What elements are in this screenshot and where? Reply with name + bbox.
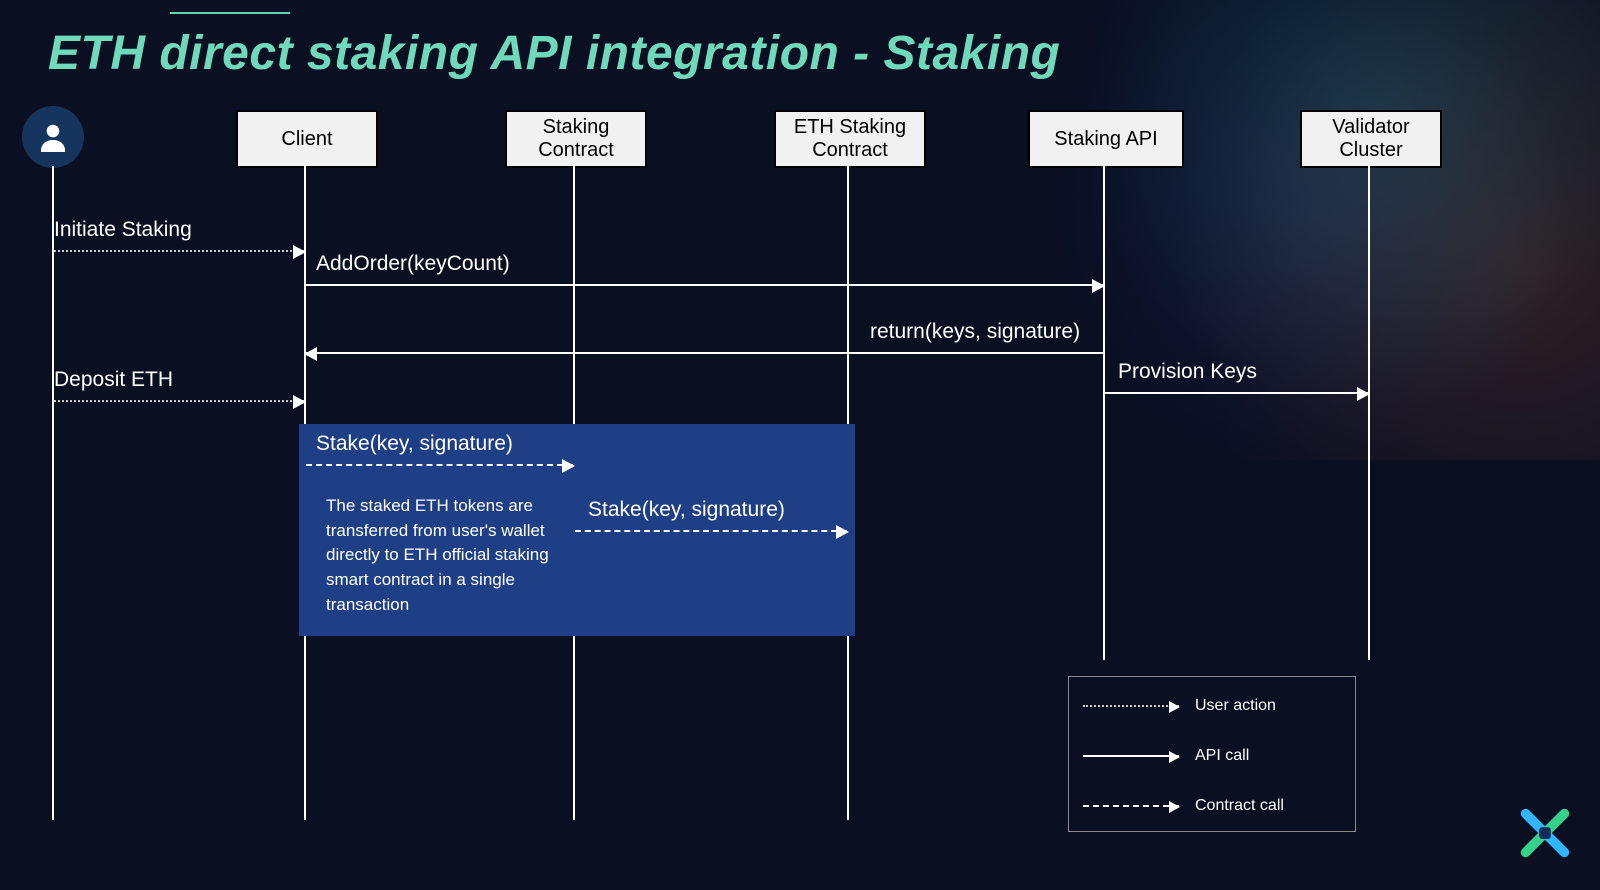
msg-provision-keys bbox=[1105, 392, 1368, 394]
msg-initiate-staking-label: Initiate Staking bbox=[54, 218, 192, 242]
msg-stake2 bbox=[575, 530, 847, 532]
arrow-right-icon bbox=[1169, 701, 1180, 713]
user-icon bbox=[35, 119, 71, 155]
msg-deposit-eth bbox=[54, 400, 304, 402]
arrow-right-icon bbox=[1169, 801, 1180, 813]
brand-logo-icon bbox=[1514, 802, 1576, 864]
participant-eth-staking-contract: ETH Staking Contract bbox=[774, 110, 926, 168]
participant-staking-api: Staking API bbox=[1028, 110, 1184, 168]
actor-user bbox=[22, 106, 84, 168]
arrow-left-icon bbox=[304, 347, 317, 361]
legend-row-api-call: API call bbox=[1083, 747, 1343, 765]
msg-stake1-label: Stake(key, signature) bbox=[316, 432, 513, 456]
arrow-right-icon bbox=[836, 525, 849, 539]
arrow-right-icon bbox=[1169, 751, 1180, 763]
title-rule bbox=[170, 12, 290, 14]
legend-row-user-action: User action bbox=[1083, 697, 1343, 715]
legend-label-contract-call: Contract call bbox=[1195, 797, 1284, 815]
lifeline-staking-api bbox=[1103, 166, 1105, 660]
msg-deposit-eth-label: Deposit ETH bbox=[54, 368, 173, 392]
arrow-right-icon bbox=[562, 459, 575, 473]
legend-label-api-call: API call bbox=[1195, 747, 1249, 765]
legend-line-dotted bbox=[1083, 705, 1179, 707]
msg-initiate-staking bbox=[54, 250, 304, 252]
legend-label-user-action: User action bbox=[1195, 697, 1276, 715]
participant-validator-cluster: Validator Cluster bbox=[1300, 110, 1442, 168]
msg-add-order-label: AddOrder(keyCount) bbox=[316, 252, 510, 276]
participant-client: Client bbox=[236, 110, 378, 168]
msg-return-keys bbox=[306, 352, 1103, 354]
participant-staking-contract: Staking Contract bbox=[505, 110, 647, 168]
msg-return-keys-label: return(keys, signature) bbox=[870, 320, 1080, 344]
msg-stake1 bbox=[306, 464, 573, 466]
legend-box: User action API call Contract call bbox=[1068, 676, 1356, 832]
legend-line-solid bbox=[1083, 755, 1179, 757]
lifeline-user bbox=[52, 166, 54, 820]
arrow-right-icon bbox=[293, 395, 306, 409]
arrow-right-icon bbox=[293, 245, 306, 259]
legend-row-contract-call: Contract call bbox=[1083, 797, 1343, 815]
lifeline-validator-cluster bbox=[1368, 166, 1370, 660]
msg-stake2-label: Stake(key, signature) bbox=[588, 498, 785, 522]
msg-provision-keys-label: Provision Keys bbox=[1118, 360, 1257, 384]
legend-line-dashdot bbox=[1083, 805, 1179, 807]
page-title: ETH direct staking API integration - Sta… bbox=[48, 26, 1060, 81]
annotation-note: The staked ETH tokens are transferred fr… bbox=[326, 494, 586, 617]
msg-add-order bbox=[306, 284, 1103, 286]
arrow-right-icon bbox=[1357, 387, 1370, 401]
arrow-right-icon bbox=[1092, 279, 1105, 293]
